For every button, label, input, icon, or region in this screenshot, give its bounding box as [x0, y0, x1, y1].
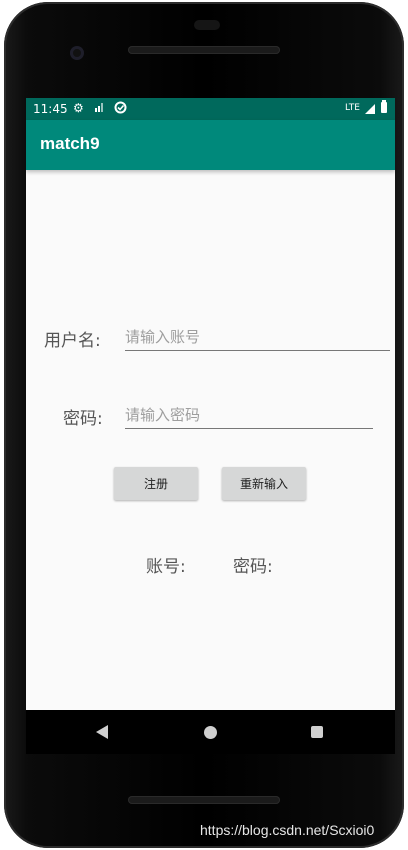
gear-icon: ⚙ [73, 101, 84, 115]
top-sensor [194, 20, 220, 30]
phone-frame: 11:45 ⚙ LTE match9 用户名: 请输入账号 密码: 注册 重新输… [4, 2, 404, 848]
sync-icon [114, 101, 127, 117]
result-password-label: 密码: [233, 557, 273, 577]
status-time: 11:45 [33, 102, 68, 116]
device-screen: 11:45 ⚙ LTE match9 用户名: 请输入账号 密码: 注册 重新输… [26, 98, 395, 754]
username-label: 用户名: [44, 331, 101, 351]
back-icon[interactable] [96, 725, 108, 739]
cell-signal-icon [365, 104, 375, 114]
network-type: LTE [345, 103, 360, 113]
password-input[interactable] [125, 402, 373, 429]
status-bar: 11:45 ⚙ LTE [26, 98, 395, 120]
earpiece-speaker [128, 46, 280, 54]
recent-apps-icon[interactable] [311, 726, 323, 738]
signal-icon [94, 101, 106, 116]
app-title: match9 [40, 134, 100, 153]
front-camera [70, 46, 84, 60]
app-bar: match9 [26, 120, 395, 170]
result-account-label: 账号: [146, 557, 186, 577]
navigation-bar [26, 710, 395, 754]
battery-icon [381, 100, 387, 113]
home-icon[interactable] [204, 726, 217, 739]
register-button[interactable]: 注册 [114, 467, 198, 500]
watermark: https://blog.csdn.net/Scxioi0 [200, 822, 375, 838]
password-label: 密码: [63, 409, 103, 429]
bottom-speaker [128, 796, 280, 804]
username-input[interactable] [125, 324, 390, 351]
reset-button[interactable]: 重新输入 [222, 467, 306, 500]
